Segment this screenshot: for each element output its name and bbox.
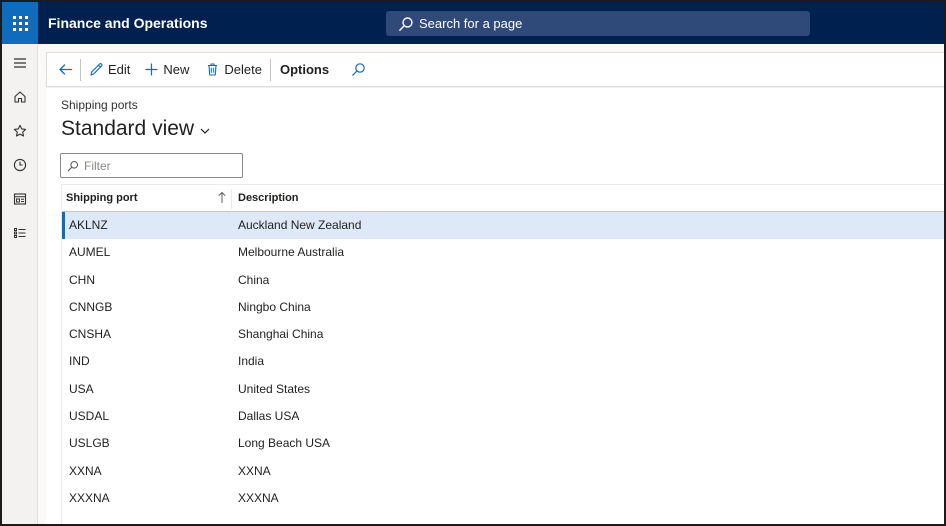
cell-shipping-port: CHN	[69, 272, 95, 287]
search-placeholder: Search for a page	[419, 16, 523, 31]
back-button[interactable]	[47, 52, 80, 87]
list-icon[interactable]	[2, 218, 38, 248]
table-row[interactable]: XXXNA XXXNA	[62, 485, 944, 512]
cell-description: India	[238, 354, 265, 369]
workspace-icon[interactable]	[2, 184, 38, 214]
cell-shipping-port: CNNGB	[69, 299, 113, 314]
table-row[interactable]: USDAL Dallas USA	[62, 403, 944, 430]
cell-shipping-port: USA	[69, 381, 94, 396]
cell-description: United States	[238, 381, 311, 396]
cell-description: Auckland New Zealand	[238, 218, 362, 232]
home-icon[interactable]	[2, 82, 38, 112]
cell-description: Dallas USA	[238, 409, 300, 424]
cell-shipping-port: IND	[69, 354, 90, 369]
cell-shipping-port: AKLNZ	[69, 218, 108, 232]
cell-description: China	[238, 272, 270, 287]
action-search-button[interactable]	[341, 52, 376, 87]
new-label: New	[163, 62, 190, 77]
table-row[interactable]: USLGB Long Beach USA	[62, 430, 944, 457]
cell-shipping-port: CNSHA	[69, 327, 112, 342]
column-header-shipping-port[interactable]: Shipping port	[66, 185, 228, 212]
table-row[interactable]: AKLNZ Auckland New Zealand	[62, 212, 944, 240]
star-icon[interactable]	[2, 116, 38, 146]
options-tab[interactable]: Options	[271, 52, 341, 87]
cell-description: XXXNA	[238, 490, 279, 505]
global-search[interactable]: Search for a page	[386, 11, 810, 36]
table-row[interactable]: USA United States	[62, 376, 944, 403]
trash-icon	[208, 63, 218, 76]
app-title[interactable]: Finance and Operations	[48, 2, 207, 44]
search-icon	[399, 16, 413, 31]
cell-description: Long Beach USA	[238, 436, 331, 451]
edit-button[interactable]: Edit	[81, 52, 140, 87]
edit-label: Edit	[108, 62, 131, 77]
cell-description: Ningbo China	[238, 299, 311, 314]
view-name: Standard view	[61, 117, 195, 140]
back-arrow-icon	[59, 64, 73, 75]
clock-icon[interactable]	[2, 150, 38, 180]
delete-button[interactable]: Delete	[199, 52, 270, 87]
waffle-icon[interactable]	[2, 2, 38, 44]
top-bar: Finance and Operations Search for a page	[2, 2, 944, 44]
view-selector[interactable]: Standard view	[61, 117, 211, 141]
cell-shipping-port: USDAL	[69, 409, 110, 424]
cell-description: Shanghai China	[238, 327, 324, 342]
cell-shipping-port: XXNA	[69, 463, 102, 478]
app-frame: Finance and Operations Search for a page	[0, 0, 946, 526]
table-row[interactable]: AUMEL Melbourne Australia	[62, 239, 944, 266]
table-row[interactable]: XXNA XXNA	[62, 458, 944, 485]
page-content: Shipping ports Standard view Shipping po…	[46, 88, 944, 524]
filter-field[interactable]	[60, 153, 243, 178]
chevron-down-icon	[200, 128, 210, 134]
action-pane: Edit New Delete Options	[46, 52, 944, 87]
shipping-ports-grid: Shipping port Description AKLNZ Auckland …	[61, 184, 944, 524]
table-row[interactable]: CNNGB Ningbo China	[62, 294, 944, 321]
column-separator[interactable]	[231, 189, 232, 209]
pencil-icon	[90, 63, 103, 76]
table-row[interactable]: IND India	[62, 348, 944, 375]
cell-description: XXNA	[238, 463, 271, 478]
column-header-description[interactable]: Description	[238, 185, 299, 212]
table-row[interactable]: CNSHA Shanghai China	[62, 321, 944, 348]
filter-search-icon	[67, 160, 79, 171]
hamburger-icon[interactable]	[2, 48, 38, 78]
table-row[interactable]: CHN China	[62, 267, 944, 294]
delete-label: Delete	[224, 62, 262, 77]
cell-shipping-port: AUMEL	[69, 245, 111, 260]
left-nav	[2, 44, 38, 524]
page-caption: Shipping ports	[61, 98, 138, 112]
search-icon	[352, 63, 365, 76]
cell-shipping-port: XXXNA	[69, 490, 110, 505]
plus-icon	[145, 63, 158, 76]
sort-ascending-icon[interactable]	[217, 191, 227, 204]
new-button[interactable]: New	[140, 52, 199, 87]
cell-description: Melbourne Australia	[238, 245, 345, 260]
cell-shipping-port: USLGB	[69, 436, 110, 451]
grid-header: Shipping port Description	[62, 184, 944, 212]
grid-rows: AKLNZ Auckland New Zealand AUMEL Melbourne …	[62, 212, 944, 512]
filter-input[interactable]	[84, 158, 234, 173]
